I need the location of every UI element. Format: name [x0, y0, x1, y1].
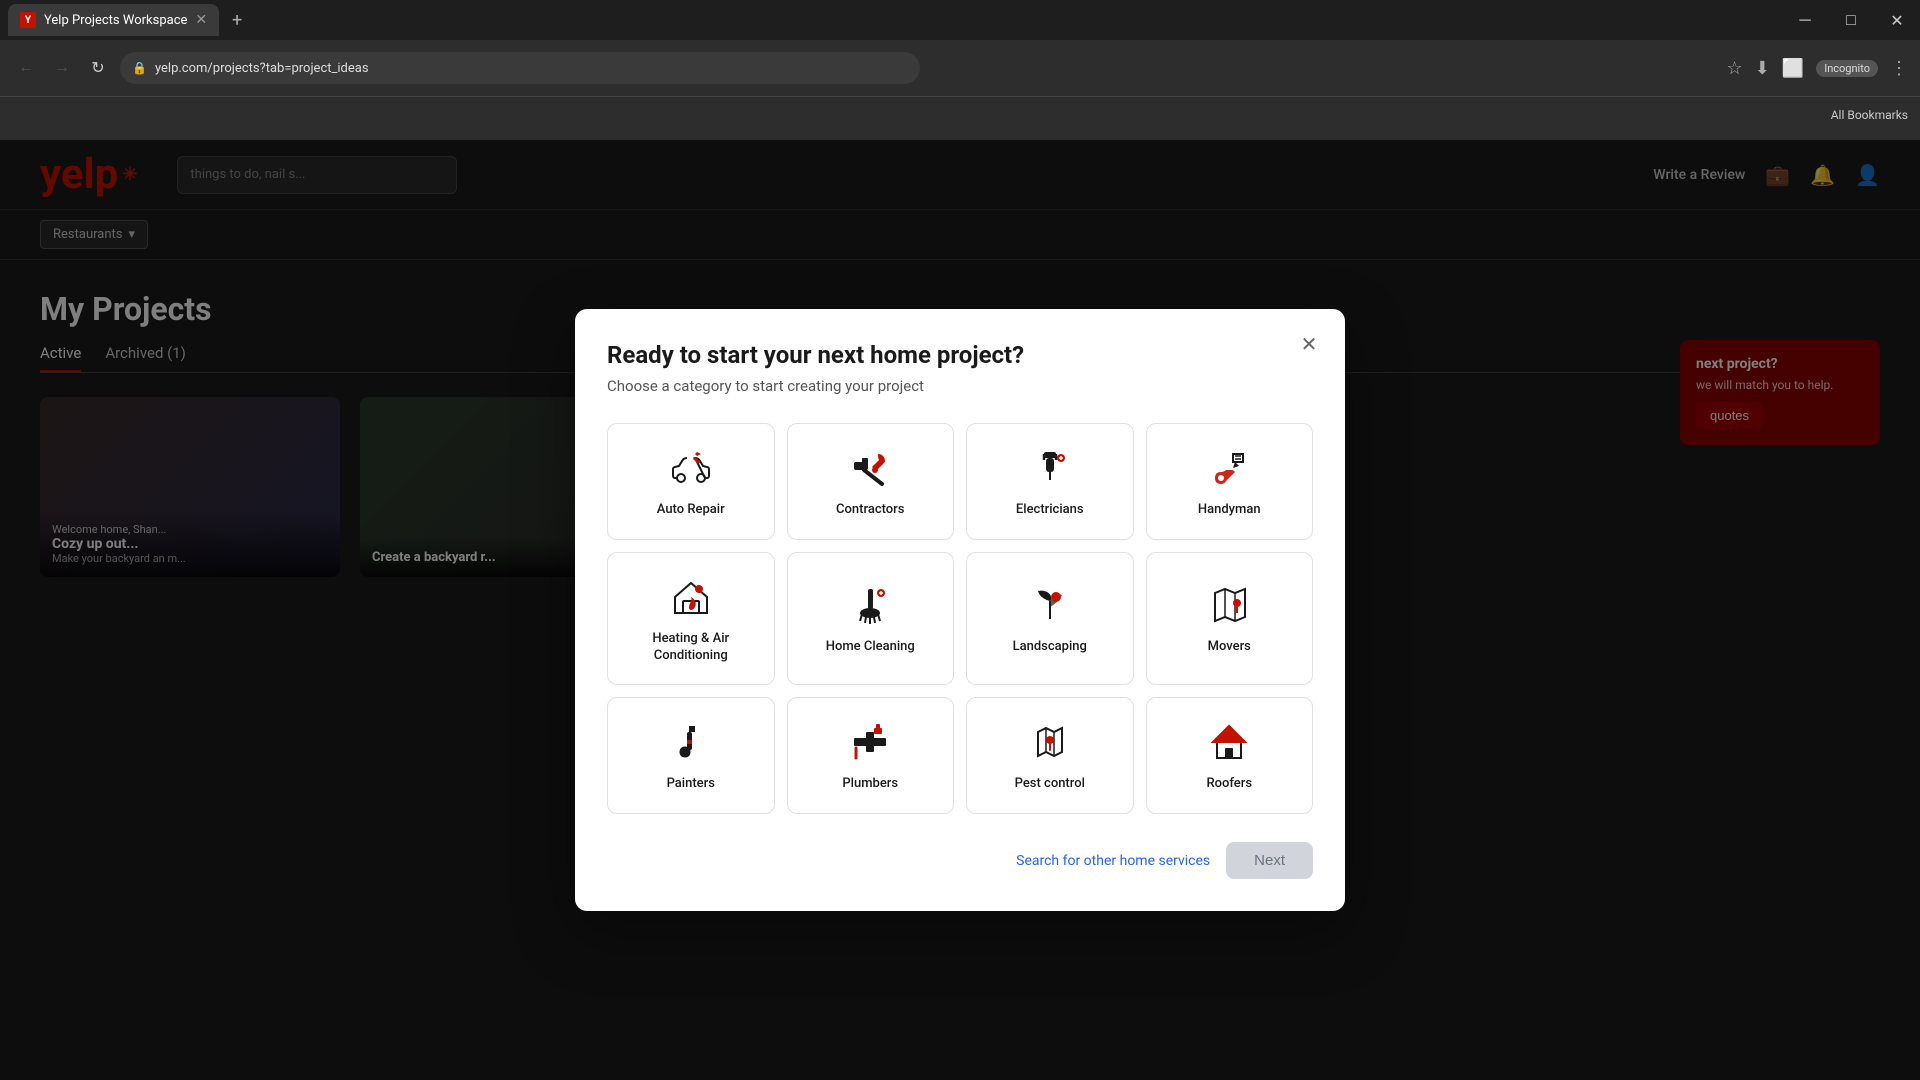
category-contractors[interactable]: Contractors: [787, 423, 955, 540]
auto-repair-icon: [667, 444, 715, 492]
handyman-icon: [1205, 444, 1253, 492]
contractors-icon: [846, 444, 894, 492]
movers-label: Movers: [1208, 639, 1251, 656]
pest-icon: [1026, 718, 1074, 766]
painters-label: Painters: [667, 776, 715, 793]
category-auto-repair[interactable]: Auto Repair: [607, 423, 775, 540]
category-movers[interactable]: Movers: [1146, 552, 1314, 686]
download-icon[interactable]: ⬇: [1755, 58, 1770, 79]
auto-repair-label: Auto Repair: [657, 502, 725, 519]
landscaping-icon: [1026, 581, 1074, 629]
tab-label: Yelp Projects Workspace: [44, 13, 187, 28]
extensions-icon[interactable]: ⬜: [1782, 58, 1804, 79]
next-button[interactable]: Next: [1226, 842, 1313, 879]
browser-chrome: Y Yelp Projects Workspace ✕ + ─ □ ✕ ← → …: [0, 0, 1920, 140]
lock-icon: 🔒: [132, 61, 147, 75]
hvac-icon: [667, 573, 715, 621]
movers-icon: [1205, 581, 1253, 629]
modal-backdrop[interactable]: ✕ Ready to start your next home project?…: [0, 140, 1920, 1080]
landscaping-label: Landscaping: [1013, 639, 1087, 656]
roofers-label: Roofers: [1206, 776, 1252, 793]
menu-icon[interactable]: ⋮: [1890, 58, 1908, 79]
bookmarks-label[interactable]: All Bookmarks: [1831, 108, 1908, 122]
modal-footer: Search for other home services Next: [607, 842, 1313, 879]
category-electricians[interactable]: Electricians: [966, 423, 1134, 540]
category-landscaping[interactable]: Landscaping: [966, 552, 1134, 686]
plumbers-label: Plumbers: [842, 776, 898, 793]
search-other-services-link[interactable]: Search for other home services: [1016, 853, 1210, 869]
back-button[interactable]: ←: [12, 54, 40, 82]
electricians-label: Electricians: [1016, 502, 1084, 519]
modal-title: Ready to start your next home project?: [607, 341, 1313, 369]
modal-subtitle: Choose a category to start creating your…: [607, 377, 1313, 395]
maximize-button[interactable]: □: [1828, 0, 1874, 40]
cleaning-icon: [846, 581, 894, 629]
tab-favicon: Y: [20, 12, 36, 28]
url-text: yelp.com/projects?tab=project_ideas: [155, 61, 369, 76]
heating-air-label: Heating & Air Conditioning: [624, 631, 758, 665]
tab-bar: Y Yelp Projects Workspace ✕ + ─ □ ✕: [0, 0, 1920, 40]
electricians-icon: [1026, 444, 1074, 492]
contractors-label: Contractors: [836, 502, 904, 519]
browser-controls: ← → ↻ 🔒 yelp.com/projects?tab=project_id…: [0, 40, 1920, 96]
plumbers-icon: [846, 718, 894, 766]
category-heating-air[interactable]: Heating & Air Conditioning: [607, 552, 775, 686]
star-icon[interactable]: ☆: [1727, 58, 1743, 79]
home-cleaning-label: Home Cleaning: [826, 639, 915, 656]
window-controls: ─ □ ✕: [1782, 0, 1920, 40]
tab-close-button[interactable]: ✕: [195, 12, 207, 28]
pest-control-label: Pest control: [1015, 776, 1085, 793]
category-handyman[interactable]: Handyman: [1146, 423, 1314, 540]
category-painters[interactable]: Painters: [607, 697, 775, 814]
modal: ✕ Ready to start your next home project?…: [575, 309, 1345, 912]
new-tab-button[interactable]: +: [223, 6, 251, 34]
browser-icons: ☆ ⬇ ⬜ Incognito ⋮: [1727, 58, 1908, 79]
refresh-button[interactable]: ↻: [84, 54, 112, 82]
active-tab[interactable]: Y Yelp Projects Workspace ✕: [8, 4, 219, 36]
close-button[interactable]: ✕: [1874, 0, 1920, 40]
category-roofers[interactable]: Roofers: [1146, 697, 1314, 814]
bookmarks-bar: All Bookmarks: [0, 96, 1920, 132]
address-bar[interactable]: 🔒 yelp.com/projects?tab=project_ideas: [120, 52, 920, 84]
category-grid: Auto Repair: [607, 423, 1313, 815]
category-plumbers[interactable]: Plumbers: [787, 697, 955, 814]
modal-close-button[interactable]: ✕: [1293, 329, 1325, 361]
incognito-badge: Incognito: [1816, 60, 1878, 77]
forward-button[interactable]: →: [48, 54, 76, 82]
painters-icon: [667, 718, 715, 766]
handyman-label: Handyman: [1198, 502, 1261, 519]
roofers-icon: [1205, 718, 1253, 766]
page-background: yelp ✳ things to do, nail s... Write a R…: [0, 140, 1920, 1080]
minimize-button[interactable]: ─: [1782, 0, 1828, 40]
category-home-cleaning[interactable]: Home Cleaning: [787, 552, 955, 686]
category-pest-control[interactable]: Pest control: [966, 697, 1134, 814]
